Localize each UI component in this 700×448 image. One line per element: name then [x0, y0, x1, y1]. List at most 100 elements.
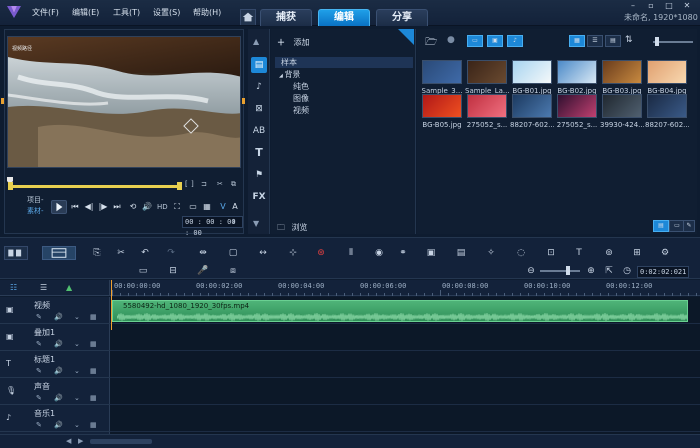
tree-item-2[interactable]: 纯色	[293, 81, 309, 92]
track-expand-icon[interactable]: ⌄	[74, 313, 80, 321]
tab-1[interactable]: 编辑	[318, 9, 370, 26]
repeat-icon[interactable]: ⟲	[127, 201, 139, 213]
options-button[interactable]: ▤	[653, 220, 669, 232]
split-clip-icon[interactable]: ✂	[217, 180, 223, 188]
snapshot-icon[interactable]: ⧉	[231, 180, 236, 189]
edit-track-icon[interactable]: ✎	[36, 340, 42, 348]
mode-project[interactable]: 项目-	[27, 195, 44, 205]
media-thumbnail[interactable]: 39930-424...	[600, 94, 644, 129]
stabilize-icon[interactable]: ⊞	[630, 246, 644, 260]
trim-out-marker[interactable]	[177, 182, 182, 190]
zoom-in-icon[interactable]: ⊕	[584, 264, 598, 278]
import-folder-icon[interactable]: 🗁	[425, 35, 437, 52]
text-edit-icon[interactable]: T	[572, 246, 586, 260]
track-expand-icon[interactable]: ⌄	[74, 367, 80, 375]
transition-icon[interactable]: ⊠	[251, 101, 267, 117]
menu-item-4[interactable]: 帮助(H)	[193, 7, 221, 18]
link-icon[interactable]: ⚭	[396, 246, 410, 260]
track-volume-icon[interactable]: 🔊	[54, 367, 63, 375]
menu-item-0[interactable]: 文件(F)	[32, 7, 59, 18]
volume-icon[interactable]: 🔊	[141, 201, 153, 213]
fx-filter-icon[interactable]: FX	[251, 189, 267, 205]
track-header[interactable]: ▣ 视频 ✎ 🔊 ⌄ ▦	[0, 297, 110, 324]
video-preview[interactable]: 视频路径	[7, 36, 241, 168]
track-expand-icon[interactable]: ⌄	[74, 340, 80, 348]
zoom-out-icon[interactable]: ⊖	[524, 264, 538, 278]
motion-icon[interactable]: ✧	[484, 246, 498, 260]
tree-item-3[interactable]: 图像	[293, 93, 309, 104]
multi-cam-icon[interactable]: ⎘	[90, 246, 104, 260]
thumb-size-slider[interactable]	[653, 41, 693, 43]
list-view-toggle[interactable]: ☰	[587, 35, 603, 47]
right-handle[interactable]	[242, 98, 245, 104]
enlarge-icon[interactable]: ⛶	[171, 201, 183, 213]
screen-capture-icon[interactable]: ▭	[136, 264, 150, 278]
prev-frame-icon[interactable]: ◀|	[83, 201, 95, 213]
video-lane[interactable]: 5580492-hd_1080_1920_30fps.mp4	[110, 297, 700, 324]
track-header[interactable]: ♪ 音乐1 ✎ 🔊 ⌄ ▦	[0, 405, 110, 432]
camera-icon[interactable]: ⊟	[166, 264, 180, 278]
show-photo-toggle[interactable]: ▣	[487, 35, 503, 47]
next-frame-icon[interactable]: |▶	[97, 201, 109, 213]
title-lane[interactable]	[110, 351, 700, 378]
thumb-size-knob[interactable]	[655, 37, 659, 46]
tree-item-0[interactable]: 样本	[275, 57, 413, 68]
detail-view-toggle[interactable]: ▤	[605, 35, 621, 47]
undo-icon[interactable]: ↶	[138, 246, 152, 260]
restore-icon[interactable]: ▫	[644, 1, 658, 10]
track-area[interactable]: 5580492-hd_1080_1920_30fps.mp4	[110, 297, 700, 434]
mark-out-icon[interactable]: ]	[191, 180, 194, 188]
edit-button[interactable]: ✎	[683, 220, 695, 232]
overlay-lane[interactable]	[110, 324, 700, 351]
crop-icon[interactable]: ▢	[226, 246, 240, 260]
path-icon[interactable]: ◌	[514, 246, 528, 260]
track-expand-icon[interactable]: ⌄	[74, 421, 80, 429]
menu-item-2[interactable]: 工具(T)	[113, 7, 140, 18]
thumbnail-view-toggle[interactable]: ▦	[569, 35, 585, 47]
trim-icon[interactable]: ↔	[256, 246, 270, 260]
track-header[interactable]: ▣ 叠加1 ✎ 🔊 ⌄ ▦	[0, 324, 110, 351]
select-tool-icon[interactable]: V	[217, 201, 229, 213]
format-icon[interactable]: ▦	[201, 201, 213, 213]
media-thumbnail[interactable]: Sample_3...	[421, 60, 463, 95]
hd-toggle[interactable]: HD	[157, 203, 168, 211]
color-icon[interactable]: ◉	[372, 246, 386, 260]
go-end-icon[interactable]: ⏭	[111, 201, 123, 213]
collapse-up-icon[interactable]: ▲	[253, 37, 259, 46]
zoom-slider[interactable]	[540, 270, 580, 272]
scroll-thumb[interactable]	[90, 439, 152, 444]
mark-in-icon[interactable]: [	[185, 180, 188, 188]
edit-track-icon[interactable]: ✎	[36, 367, 42, 375]
chapter-icon[interactable]: ▤	[454, 246, 468, 260]
scroll-left-icon[interactable]: ◀	[66, 437, 71, 445]
storyboard-view-button[interactable]	[4, 246, 28, 260]
media-thumbnail[interactable]: 88207-602...	[510, 94, 554, 129]
timeline-scrollbar[interactable]: ◀ ▶	[0, 434, 700, 448]
tree-item-4[interactable]: 视频	[293, 105, 309, 116]
media-thumbnail[interactable]: BG-B03.jpg	[601, 60, 643, 95]
menu-item-1[interactable]: 编辑(E)	[72, 7, 99, 18]
play-button[interactable]	[51, 200, 67, 214]
playhead[interactable]	[111, 280, 112, 330]
scroll-right-icon[interactable]: ▶	[78, 437, 83, 445]
maximize-icon[interactable]: □	[662, 1, 676, 10]
fit-icon[interactable]: ⇹	[196, 246, 210, 260]
edit-track-icon[interactable]: ✎	[36, 313, 42, 321]
sort-icon[interactable]: ⇅	[625, 35, 633, 45]
add-marker-icon[interactable]: ▲	[66, 283, 72, 292]
trim-in-marker[interactable]	[8, 182, 13, 190]
track-volume-icon[interactable]: 🔊	[54, 421, 63, 429]
fit-timeline-icon[interactable]: ⇱	[602, 264, 616, 278]
media-thumbnail[interactable]: 275052_s...	[556, 94, 598, 129]
zoom-knob[interactable]	[566, 266, 570, 275]
track-grid-icon[interactable]: ▦	[90, 394, 97, 402]
minimize-icon[interactable]: –	[626, 1, 640, 10]
voice-lane[interactable]	[110, 378, 700, 405]
home-tab[interactable]	[240, 9, 256, 25]
pin-icon[interactable]	[398, 29, 414, 45]
track-grid-icon[interactable]: ▦	[90, 340, 97, 348]
tab-2[interactable]: 分享	[376, 9, 428, 26]
track-volume-icon[interactable]: 🔊	[54, 394, 63, 402]
snapshot-tl-icon[interactable]: ⧈	[226, 264, 240, 278]
split-icon[interactable]: ⊹	[286, 246, 300, 260]
